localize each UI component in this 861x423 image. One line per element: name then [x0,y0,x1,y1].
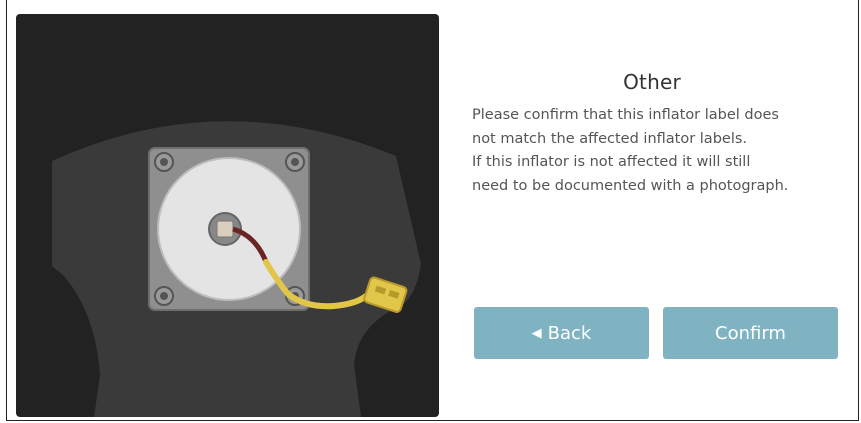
airbag-inflator-illustration [16,14,439,417]
message-line-2: not match the affected inflator labels. [472,130,748,147]
left-triangle-icon: ◀ [531,325,542,341]
message-line-4: need to be documented with a photograph. [472,177,789,194]
dialog-title: Other [623,70,681,94]
dialog-content: Other Please confirm that this inflator … [472,70,832,198]
confirm-button-label: Confirm [715,322,786,344]
confirm-button[interactable]: Confirm [663,307,838,359]
message-line-3: If this inflator is not affected it will… [472,154,751,170]
back-button-label: Back [547,322,592,344]
back-button[interactable]: ◀ Back [474,307,649,359]
message-line-1: Please confirm that this inflator label … [472,107,779,123]
